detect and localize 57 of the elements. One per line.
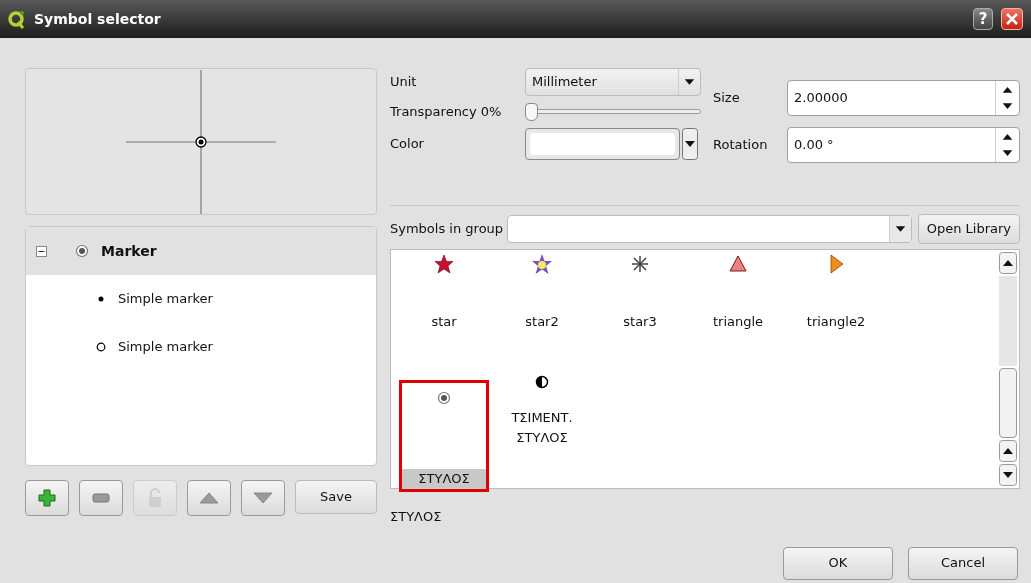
symbol-item[interactable]: triangle <box>689 250 787 368</box>
tree-item[interactable]: Marker <box>26 227 376 275</box>
size-spinbox[interactable]: 2.00000 <box>787 80 1020 116</box>
plus-icon <box>38 489 56 507</box>
asterisk-icon <box>629 253 651 275</box>
window-title: Symbol selector <box>34 9 162 29</box>
circle-icon <box>96 342 106 352</box>
symbol-item[interactable]: star3 <box>591 250 689 368</box>
slider-track[interactable] <box>525 102 701 121</box>
close-icon <box>1006 13 1018 25</box>
help-button[interactable]: ? <box>973 8 993 30</box>
down-layer-button[interactable] <box>241 480 285 516</box>
scrollbar[interactable] <box>997 250 1019 488</box>
symbol-item[interactable]: star2 <box>493 250 591 368</box>
star-icon <box>433 253 455 275</box>
field-label: Transparency 0% <box>390 103 503 121</box>
add-layer-button[interactable] <box>25 480 69 516</box>
symbol-item[interactable]: ΤΣΙΜΕΝΤ. ΣΤΥΛΟΣ <box>493 368 591 486</box>
scroll-up-icon[interactable] <box>999 440 1017 462</box>
field-label: Symbols in group <box>390 220 504 239</box>
color-button[interactable] <box>525 127 680 160</box>
selected-symbol-name: ΣΤΥΛΟΣ <box>390 508 443 526</box>
remove-layer-button[interactable] <box>79 480 123 516</box>
open-library-button[interactable]: Open Library <box>917 214 1020 244</box>
target-icon <box>75 244 89 258</box>
tree-item[interactable]: Simple marker <box>118 337 213 357</box>
symbol-item[interactable]: triangle2 <box>787 250 885 368</box>
group-dropdown[interactable] <box>507 215 912 243</box>
rotation-spinbox[interactable]: 0.00 ° <box>787 127 1020 163</box>
padlock-icon <box>147 488 163 508</box>
up-layer-button[interactable] <box>187 480 231 516</box>
dot-icon <box>96 294 106 304</box>
field-label: Color <box>390 134 425 153</box>
slider-thumb[interactable] <box>525 102 538 121</box>
collapse-icon[interactable] <box>36 245 47 257</box>
unit-dropdown[interactable]: Millimeter <box>525 68 701 96</box>
field-label: Rotation <box>713 136 769 155</box>
close-button[interactable] <box>1001 8 1023 30</box>
symbol-item[interactable]: ΣΤΥΛΟΣ <box>399 380 489 492</box>
save-button[interactable]: Save <box>295 480 377 514</box>
triangle-up-icon <box>198 491 220 505</box>
triangle-icon <box>727 253 749 275</box>
cancel-button[interactable]: Cancel <box>908 546 1018 580</box>
scroll-up-icon[interactable] <box>999 252 1017 274</box>
minus-icon <box>92 493 110 503</box>
star-icon <box>531 253 553 275</box>
scroll-thumb[interactable] <box>999 368 1017 438</box>
half-circle-icon <box>535 375 549 389</box>
target-icon <box>437 391 451 405</box>
tree-item[interactable]: Simple marker <box>118 289 213 309</box>
ok-button[interactable]: OK <box>783 546 893 580</box>
symbol-item[interactable]: star <box>395 250 493 368</box>
field-label: Size <box>713 89 741 108</box>
triangle-down-icon <box>252 491 274 505</box>
scroll-down-icon[interactable] <box>999 464 1017 486</box>
field-label: Unit <box>390 73 418 92</box>
app-logo-icon <box>8 9 26 29</box>
